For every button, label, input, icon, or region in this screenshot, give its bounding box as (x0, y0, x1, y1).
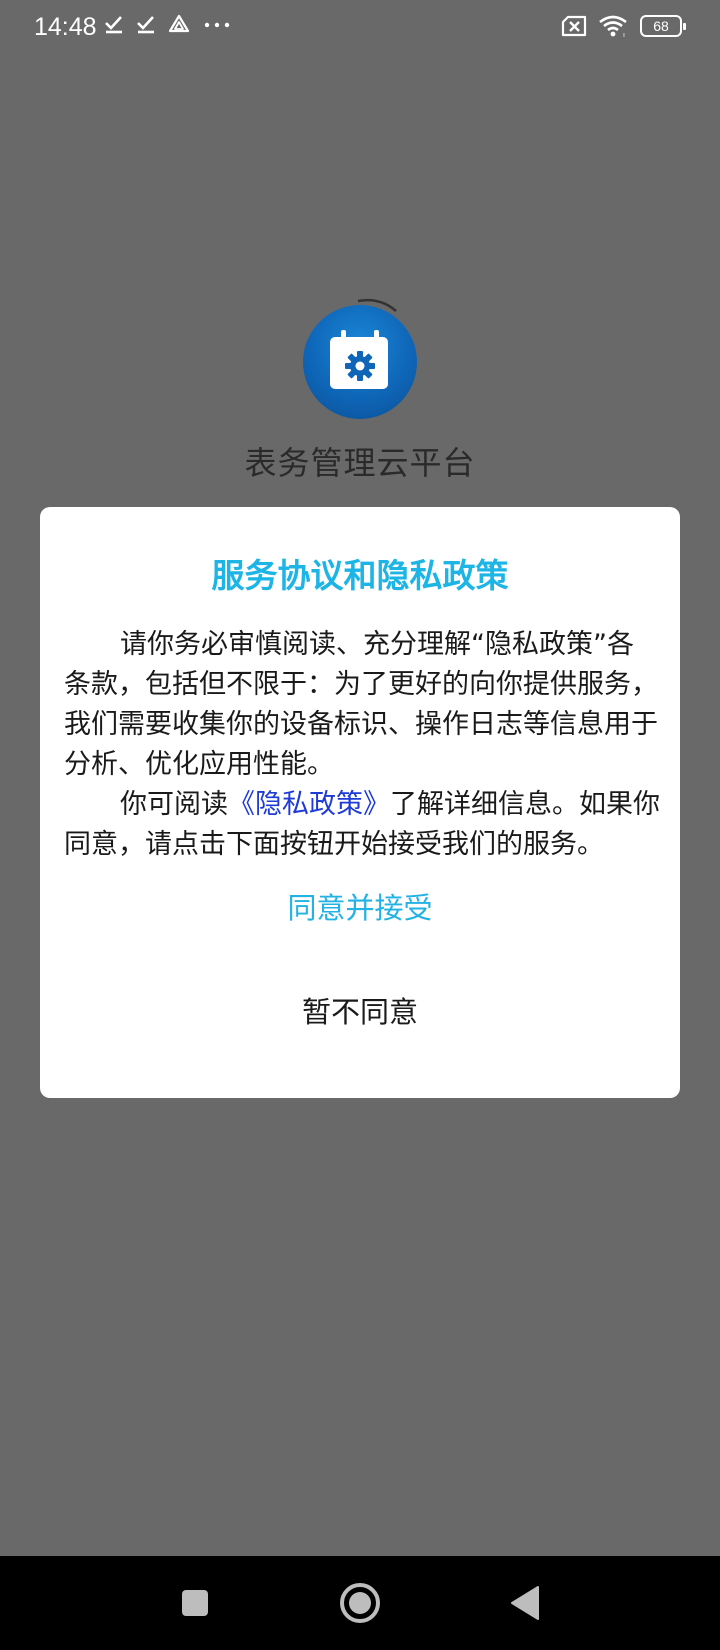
svg-text:ı: ı (623, 32, 625, 38)
navigation-bar (0, 1556, 720, 1650)
status-bar: 14:48 ı 68 (0, 0, 720, 56)
status-icons-right: ı 68 (560, 14, 686, 38)
battery-icon: 68 (640, 15, 686, 37)
wifi-icon: ı (599, 15, 627, 38)
dialog-body: 请你务必审慎阅读、充分理解“隐私政策”各条款，包括但不限于：为了更好的向你提供服… (64, 625, 660, 865)
battery-level: 68 (653, 18, 669, 34)
paragraph-2-prefix: 你可阅读 (120, 789, 228, 820)
status-icons-left (104, 14, 232, 34)
back-triangle-icon (511, 1586, 539, 1620)
home-circle-icon (340, 1583, 380, 1623)
app-name: 表务管理云平台 (244, 444, 476, 482)
recents-square-icon (182, 1590, 208, 1616)
more-dots-icon (204, 22, 230, 28)
agree-button[interactable]: 同意并接受 (40, 885, 680, 927)
check-download-icon (137, 16, 154, 34)
calendar-gear-icon (330, 330, 388, 389)
recents-button[interactable] (172, 1580, 218, 1626)
status-time: 14:48 (34, 13, 97, 41)
dialog-paragraph-2: 你可阅读《隐私政策》了解详细信息。如果你同意，请点击下面按钮开始接受我们的服务。 (64, 785, 660, 865)
disagree-button[interactable]: 暂不同意 (40, 989, 680, 1031)
home-button[interactable] (337, 1580, 383, 1626)
check-download-icon (105, 16, 122, 34)
back-button[interactable] (502, 1580, 548, 1626)
dialog-paragraph-1: 请你务必审慎阅读、充分理解“隐私政策”各条款，包括但不限于：为了更好的向你提供服… (64, 629, 658, 780)
privacy-policy-link[interactable]: 《隐私政策》 (228, 789, 390, 820)
sim-x-icon (561, 15, 587, 37)
app-logo (303, 305, 417, 419)
triangle-app-icon (168, 14, 190, 33)
dialog-title: 服务协议和隐私政策 (211, 556, 509, 595)
privacy-dialog: 服务协议和隐私政策 请你务必审慎阅读、充分理解“隐私政策”各条款，包括但不限于：… (40, 507, 680, 1098)
